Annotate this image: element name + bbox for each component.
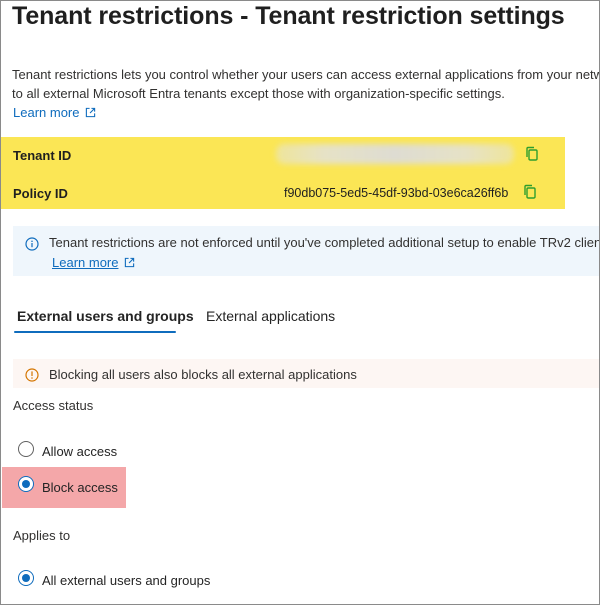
external-link-icon: [125, 257, 135, 268]
block-access-radio[interactable]: [18, 476, 34, 492]
tenant-id-value-redacted: [276, 144, 514, 164]
learn-more-label: Learn more: [13, 105, 80, 120]
policy-id-label: Policy ID: [13, 186, 68, 201]
allow-access-radio[interactable]: [18, 441, 34, 457]
description-line-1: Tenant restrictions lets you control whe…: [12, 67, 600, 82]
all-external-users-label[interactable]: All external users and groups: [42, 573, 210, 588]
all-external-users-radio[interactable]: [18, 570, 34, 586]
description: Tenant restrictions lets you control whe…: [12, 65, 600, 103]
block-access-label[interactable]: Block access: [42, 480, 118, 495]
info-icon: [25, 237, 39, 251]
active-tab-indicator: [14, 331, 176, 333]
description-line-2: to all external Microsoft Entra tenants …: [12, 86, 505, 101]
info-learn-more-label: Learn more: [52, 255, 119, 270]
warning-icon: [25, 368, 39, 382]
tab-external-users-and-groups[interactable]: External users and groups: [17, 308, 194, 324]
copy-icon[interactable]: [524, 146, 540, 162]
settings-page: Tenant restrictions - Tenant restriction…: [0, 0, 600, 605]
policy-id-value: f90db075-5ed5-45df-93bd-03e6ca26ff6b: [284, 186, 509, 200]
info-banner-text: Tenant restrictions are not enforced unt…: [49, 235, 600, 250]
access-status-label: Access status: [13, 398, 94, 413]
learn-more-link[interactable]: Learn more: [13, 105, 96, 120]
applies-to-label: Applies to: [13, 528, 71, 543]
more-options-button[interactable]: ···: [523, 3, 542, 21]
allow-access-label[interactable]: Allow access: [42, 444, 117, 459]
warning-banner-text: Blocking all users also blocks all exter…: [49, 367, 357, 382]
tab-external-applications[interactable]: External applications: [206, 308, 335, 324]
info-learn-more-link[interactable]: Learn more: [52, 255, 135, 270]
tenant-id-label: Tenant ID: [13, 148, 72, 163]
page-title: Tenant restrictions - Tenant restriction…: [12, 2, 565, 30]
external-link-icon: [86, 107, 96, 118]
copy-icon[interactable]: [522, 184, 538, 200]
